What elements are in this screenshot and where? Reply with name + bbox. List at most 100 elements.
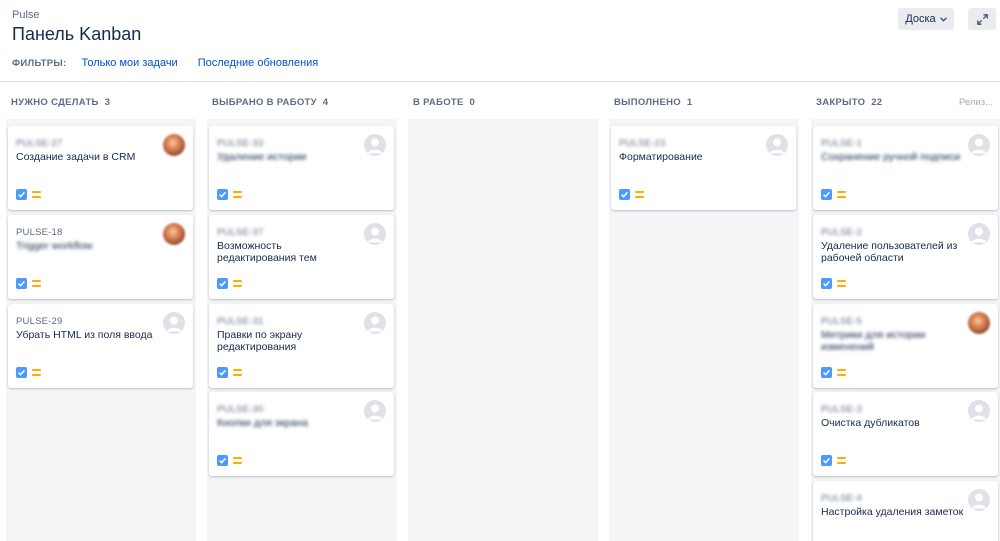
issue-key[interactable]: PULSE-31 bbox=[217, 316, 263, 327]
priority-medium-icon bbox=[233, 191, 242, 198]
issue-summary: Убрать HTML из поля ввода bbox=[16, 329, 153, 341]
issue-key[interactable]: PULSE-30 bbox=[217, 404, 263, 415]
assignee-avatar[interactable] bbox=[968, 134, 990, 156]
issue-key[interactable]: PULSE-3 bbox=[821, 404, 862, 415]
issue-card[interactable]: PULSE-1 Сохранение ручной подписи bbox=[813, 126, 998, 210]
issue-key[interactable]: PULSE-5 bbox=[821, 316, 862, 327]
issue-card[interactable]: PULSE-27 Создание задачи в CRM bbox=[8, 126, 193, 210]
card-footer bbox=[821, 367, 846, 378]
story-type-icon bbox=[619, 189, 630, 200]
issue-key[interactable]: PULSE-27 bbox=[16, 138, 62, 149]
issue-card[interactable]: PULSE-5 Метрики для истории изменений bbox=[813, 304, 998, 388]
assignee-avatar[interactable] bbox=[364, 223, 386, 245]
user-icon bbox=[971, 404, 987, 420]
assignee-avatar[interactable] bbox=[968, 223, 990, 245]
priority-medium-icon bbox=[32, 280, 41, 287]
issue-key[interactable]: PULSE-4 bbox=[821, 493, 862, 504]
priority-medium-icon bbox=[32, 369, 41, 376]
issue-summary: Создание задачи в CRM bbox=[16, 151, 136, 163]
assignee-avatar[interactable] bbox=[968, 489, 990, 511]
issue-summary: Метрики для истории изменений bbox=[821, 329, 926, 353]
assignee-avatar[interactable] bbox=[364, 400, 386, 422]
assignee-avatar[interactable] bbox=[163, 134, 185, 156]
priority-medium-icon bbox=[837, 191, 846, 198]
story-type-icon bbox=[217, 278, 228, 289]
card-footer bbox=[217, 189, 242, 200]
user-icon bbox=[367, 227, 383, 243]
issue-summary: Удаление пользователей из рабочей област… bbox=[821, 240, 958, 264]
expand-icon bbox=[976, 13, 988, 25]
issue-card[interactable]: PULSE-33 Удаление истории bbox=[209, 126, 394, 210]
filters-label: ФИЛЬТРЫ: bbox=[12, 57, 67, 69]
assignee-avatar[interactable] bbox=[364, 134, 386, 156]
issue-card[interactable]: PULSE-30 Кнопки для экрана bbox=[209, 392, 394, 476]
issue-summary: Правки по экрану редактирования bbox=[217, 329, 303, 353]
board-menu-button[interactable]: Доска bbox=[898, 8, 954, 30]
story-type-icon bbox=[821, 189, 832, 200]
assignee-avatar[interactable] bbox=[968, 312, 990, 334]
assignee-avatar[interactable] bbox=[766, 134, 788, 156]
fullscreen-button[interactable] bbox=[968, 8, 996, 30]
column-name: ВЫПОЛНЕНО bbox=[614, 97, 681, 108]
assignee-avatar[interactable] bbox=[968, 400, 990, 422]
filter-only-my-issues[interactable]: Только мои задачи bbox=[81, 57, 177, 69]
assignee-avatar[interactable] bbox=[163, 223, 185, 245]
column-header: ВЫБРАНО В РАБОТУ 4 bbox=[212, 97, 328, 108]
story-type-icon bbox=[217, 367, 228, 378]
column-count: 3 bbox=[104, 97, 111, 108]
priority-medium-icon bbox=[837, 457, 846, 464]
column-name: ВЫБРАНО В РАБОТУ bbox=[212, 97, 317, 108]
column-count: 0 bbox=[469, 97, 476, 108]
priority-medium-icon bbox=[233, 280, 242, 287]
issue-key[interactable]: PULSE-23 bbox=[619, 138, 665, 149]
card-footer bbox=[619, 189, 644, 200]
priority-medium-icon bbox=[635, 191, 644, 198]
issue-key[interactable]: PULSE-37 bbox=[217, 227, 263, 238]
issue-card[interactable]: PULSE-31 Правки по экрану редактирования bbox=[209, 304, 394, 388]
page-title: Панель Kanban bbox=[12, 24, 142, 44]
card-footer bbox=[16, 367, 41, 378]
card-footer bbox=[16, 189, 41, 200]
story-type-icon bbox=[821, 455, 832, 466]
column-header: ЗАКРЫТО 22 bbox=[816, 97, 882, 108]
issue-summary: Сохранение ручной подписи bbox=[821, 151, 961, 163]
story-type-icon bbox=[16, 278, 27, 289]
issue-card[interactable]: PULSE-4 Настройка удаления заметок bbox=[813, 481, 998, 541]
issue-key[interactable]: PULSE-2 bbox=[821, 227, 862, 238]
priority-medium-icon bbox=[837, 369, 846, 376]
project-name[interactable]: Pulse bbox=[12, 9, 40, 21]
column[interactable] bbox=[408, 119, 598, 541]
filter-recently-updated[interactable]: Последние обновления bbox=[198, 57, 319, 69]
issue-key[interactable]: PULSE-18 bbox=[16, 227, 62, 238]
story-type-icon bbox=[821, 367, 832, 378]
story-type-icon bbox=[217, 455, 228, 466]
issue-card[interactable]: PULSE-3 Очистка дубликатов bbox=[813, 392, 998, 476]
issue-key[interactable]: PULSE-33 bbox=[217, 138, 263, 149]
issue-summary: Настройка удаления заметок bbox=[821, 506, 964, 518]
issue-key[interactable]: PULSE-1 bbox=[821, 138, 862, 149]
story-type-icon bbox=[16, 189, 27, 200]
user-icon bbox=[971, 138, 987, 154]
issue-summary: Кнопки для экрана bbox=[217, 417, 308, 429]
card-footer bbox=[217, 455, 242, 466]
release-link[interactable]: Релиз... bbox=[959, 97, 993, 108]
card-footer bbox=[217, 278, 242, 289]
issue-card[interactable]: PULSE-29 Убрать HTML из поля ввода bbox=[8, 304, 193, 388]
assignee-avatar[interactable] bbox=[163, 312, 185, 334]
assignee-avatar[interactable] bbox=[364, 312, 386, 334]
story-type-icon bbox=[16, 367, 27, 378]
priority-medium-icon bbox=[233, 369, 242, 376]
issue-card[interactable]: PULSE-37 Возможность редактирования тем bbox=[209, 215, 394, 299]
issue-summary: Форматирование bbox=[619, 151, 703, 163]
column-header: ВЫПОЛНЕНО 1 bbox=[614, 97, 692, 108]
user-icon bbox=[367, 138, 383, 154]
card-footer bbox=[821, 189, 846, 200]
issue-card[interactable]: PULSE-23 Форматирование bbox=[611, 126, 796, 210]
story-type-icon bbox=[821, 278, 832, 289]
issue-card[interactable]: PULSE-2 Удаление пользователей из рабочей… bbox=[813, 215, 998, 299]
issue-card[interactable]: PULSE-18 Trigger workflow bbox=[8, 215, 193, 299]
priority-medium-icon bbox=[32, 191, 41, 198]
card-footer bbox=[217, 367, 242, 378]
issue-key[interactable]: PULSE-29 bbox=[16, 316, 62, 327]
issue-summary: Очистка дубликатов bbox=[821, 417, 920, 429]
